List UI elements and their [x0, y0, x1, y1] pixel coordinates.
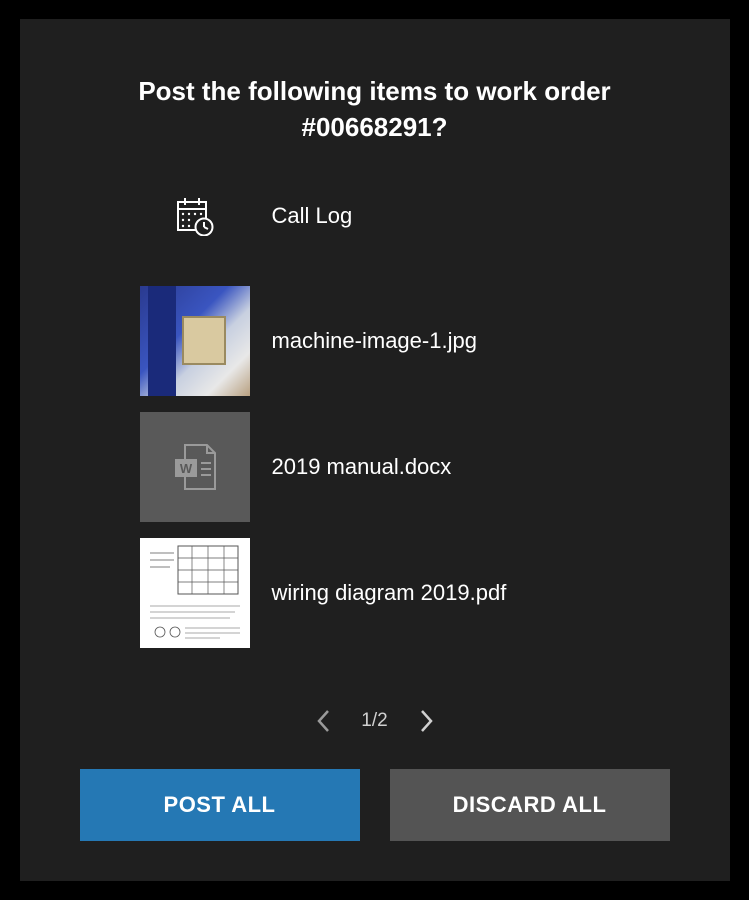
- title-line-2: #00668291?: [301, 112, 447, 142]
- pdf-thumbnail: [140, 538, 250, 648]
- docx-thumbnail: W: [140, 412, 250, 522]
- chevron-left-icon[interactable]: [311, 709, 335, 733]
- post-items-dialog: Post the following items to work order #…: [20, 19, 730, 881]
- dialog-title: Post the following items to work order #…: [80, 73, 670, 146]
- list-item-image[interactable]: machine-image-1.jpg: [140, 286, 670, 396]
- image-thumbnail: [140, 286, 250, 396]
- item-label: 2019 manual.docx: [272, 454, 452, 480]
- pagination: 1/2: [80, 709, 670, 733]
- list-item-call-log[interactable]: Call Log: [140, 196, 670, 236]
- list-item-pdf[interactable]: wiring diagram 2019.pdf: [140, 538, 670, 648]
- item-label: machine-image-1.jpg: [272, 328, 477, 354]
- word-document-icon: W: [173, 443, 217, 491]
- calendar-clock-icon: [140, 196, 250, 236]
- item-label: wiring diagram 2019.pdf: [272, 580, 507, 606]
- dialog-buttons: POST ALL DISCARD ALL: [80, 769, 670, 841]
- items-list: Call Log machine-image-1.jpg W 2019 manu…: [80, 196, 670, 681]
- item-label: Call Log: [272, 203, 353, 229]
- svg-text:W: W: [179, 461, 192, 476]
- post-all-button[interactable]: POST ALL: [80, 769, 360, 841]
- list-item-docx[interactable]: W 2019 manual.docx: [140, 412, 670, 522]
- discard-all-button[interactable]: DISCARD ALL: [390, 769, 670, 841]
- page-indicator: 1/2: [359, 710, 391, 732]
- title-line-1: Post the following items to work order: [138, 76, 610, 106]
- chevron-right-icon[interactable]: [415, 709, 439, 733]
